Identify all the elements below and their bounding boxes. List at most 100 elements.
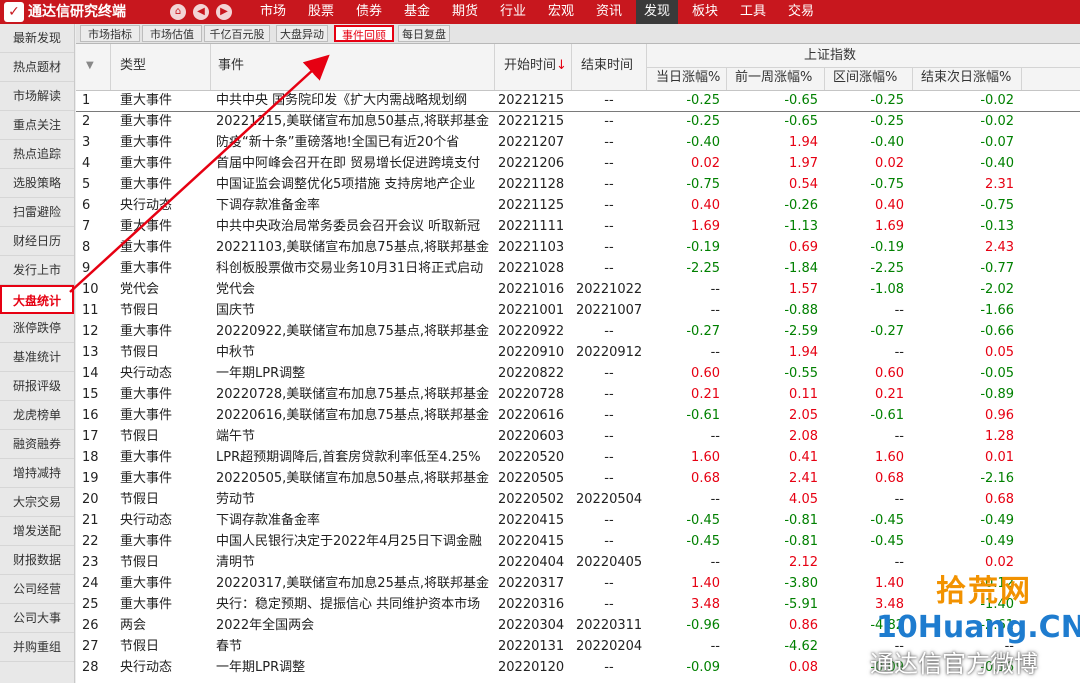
event-type: 重大事件 (120, 156, 173, 171)
table-row[interactable]: 12 重大事件 20220922,美联储宣布加息75基点,将联邦基金 20220922… (76, 321, 1080, 342)
day-change: -0.75 (686, 177, 720, 192)
end-date: -- (604, 366, 614, 381)
menu-item-3[interactable]: 基金 (396, 0, 438, 24)
range-change: -- (894, 555, 904, 570)
home-icon[interactable]: ⌂ (170, 4, 186, 20)
event-type: 节假日 (120, 555, 160, 570)
table-row[interactable]: 9 重大事件 科创板股票做市交易业务10月31日将正式启动 20221028 -- -2.… (76, 258, 1080, 279)
table-row[interactable]: 13 节假日 中秋节 20220910 20220912 -- 1.94 -- 0.05 (76, 342, 1080, 363)
sidebar-item-11[interactable]: 基准统计 (0, 343, 74, 372)
column-header-start-time[interactable]: 开始时间↓ (504, 56, 567, 76)
sidebar-item-8[interactable]: 发行上市 (0, 256, 74, 285)
sidebar-item-10[interactable]: 涨停跌停 (0, 314, 74, 343)
watermark-brand: 拾荒网 (936, 574, 1032, 609)
column-header-end-time[interactable]: 结束时间 (581, 56, 633, 76)
menu-item-11[interactable]: 交易 (780, 0, 822, 24)
table-row[interactable]: 2 重大事件 20221215,美联储宣布加息50基点,将联邦基金 20221215 -… (76, 111, 1080, 132)
sidebar-item-6[interactable]: 扫雷避险 (0, 198, 74, 227)
row-index: 16 (82, 408, 99, 423)
sidebar-item-21[interactable]: 并购重组 (0, 633, 74, 662)
column-header-week-change[interactable]: 前一周涨幅% (735, 68, 812, 88)
sidebar-item-7[interactable]: 财经日历 (0, 227, 74, 256)
menu-item-8[interactable]: 发现 (636, 0, 678, 24)
sidebar-item-12[interactable]: 研报评级 (0, 372, 74, 401)
table-row[interactable]: 19 重大事件 20220505,美联储宣布加息50基点,将联邦基金 20220505… (76, 468, 1080, 489)
column-header-day-change[interactable]: 当日涨幅% (656, 68, 720, 88)
start-date: 20221111 (498, 219, 565, 234)
subtab-4[interactable]: 事件回顾 (334, 25, 394, 42)
table-row[interactable]: 14 央行动态 一年期LPR调整 20220822 -- 0.60 -0.55 0.60 -0.… (76, 363, 1080, 384)
week-change: -1.13 (784, 219, 818, 234)
range-change: -0.45 (870, 534, 904, 549)
range-change: -0.27 (870, 324, 904, 339)
next-day-change: 0.05 (985, 345, 1014, 360)
subtab-0[interactable]: 市场指标 (80, 25, 140, 42)
column-header-event[interactable]: 事件 (218, 56, 244, 76)
sidebar-item-4[interactable]: 热点追踪 (0, 140, 74, 169)
menu-item-7[interactable]: 资讯 (588, 0, 630, 24)
sidebar-item-15[interactable]: 增持减持 (0, 459, 74, 488)
subtab-3[interactable]: 大盘异动 (276, 25, 328, 42)
sidebar-item-20[interactable]: 公司大事 (0, 604, 74, 633)
subtab-2[interactable]: 千亿百元股 (204, 25, 270, 42)
sidebar-item-14[interactable]: 融资融券 (0, 430, 74, 459)
menu-item-5[interactable]: 行业 (492, 0, 534, 24)
menu-item-4[interactable]: 期货 (444, 0, 486, 24)
sidebar-item-18[interactable]: 财报数据 (0, 546, 74, 575)
table-row[interactable]: 22 重大事件 中国人民银行决定于2022年4月25日下调金融 20220415 -- -… (76, 531, 1080, 552)
sidebar-item-0[interactable]: 最新发现 (0, 24, 74, 53)
week-change: -0.26 (784, 198, 818, 213)
sidebar-item-2[interactable]: 市场解读 (0, 82, 74, 111)
sidebar-item-19[interactable]: 公司经营 (0, 575, 74, 604)
subtab-5[interactable]: 每日复盘 (398, 25, 450, 42)
start-date: 20220616 (498, 408, 565, 423)
table-row[interactable]: 18 重大事件 LPR超预期调降后,首套房贷款利率低至4.25% 20220520 --… (76, 447, 1080, 468)
table-row[interactable]: 11 节假日 国庆节 20221001 20221007 -- -0.88 -- -1.66 (76, 300, 1080, 321)
menu-item-6[interactable]: 宏观 (540, 0, 582, 24)
menu-item-2[interactable]: 债券 (348, 0, 390, 24)
range-change: -0.25 (870, 114, 904, 129)
table-row[interactable]: 16 重大事件 20220616,美联储宣布加息75基点,将联邦基金 20220616… (76, 405, 1080, 426)
menu-item-9[interactable]: 板块 (684, 0, 726, 24)
table-row[interactable]: 15 重大事件 20220728,美联储宣布加息75基点,将联邦基金 20220728… (76, 384, 1080, 405)
sidebar-item-17[interactable]: 增发送配 (0, 517, 74, 546)
next-day-change: -0.77 (980, 261, 1014, 276)
table-row[interactable]: 21 央行动态 下调存款准备金率 20220415 -- -0.45 -0.81 -0.45 -… (76, 510, 1080, 531)
column-header-type[interactable]: 类型 (120, 56, 146, 76)
sidebar-item-5[interactable]: 选股策略 (0, 169, 74, 198)
event-type: 节假日 (120, 303, 160, 318)
range-change: -- (894, 345, 904, 360)
table-row[interactable]: 6 央行动态 下调存款准备金率 20221125 -- 0.40 -0.26 0.40 -0.7… (76, 195, 1080, 216)
sidebar-item-16[interactable]: 大宗交易 (0, 488, 74, 517)
menu-item-10[interactable]: 工具 (732, 0, 774, 24)
table-row[interactable]: 23 节假日 清明节 20220404 20220405 -- 2.12 -- 0.02 (76, 552, 1080, 573)
back-icon[interactable]: ◀ (193, 4, 209, 20)
row-index: 11 (82, 303, 99, 318)
event-type: 重大事件 (120, 240, 173, 255)
sidebar-item-13[interactable]: 龙虎榜单 (0, 401, 74, 430)
table-row[interactable]: 5 重大事件 中国证监会调整优化5项措施 支持房地产企业 20221128 -- -0.7… (76, 174, 1080, 195)
forward-icon[interactable]: ▶ (216, 4, 232, 20)
column-header-next-day-change[interactable]: 结束次日涨幅% (921, 68, 1011, 88)
table-row[interactable]: 20 节假日 劳动节 20220502 20220504 -- 4.05 -- 0.68 (76, 489, 1080, 510)
table-row[interactable]: 10 党代会 党代会 20221016 20221022 -- 1.57 -1.08 -2.02 (76, 279, 1080, 300)
week-change: -3.80 (784, 576, 818, 591)
table-row[interactable]: 7 重大事件 中共中央政治局常务委员会召开会议 听取新冠 20221111 -- 1.69… (76, 216, 1080, 237)
sidebar-item-1[interactable]: 热点题材 (0, 53, 74, 82)
table-row[interactable]: 1 重大事件 中共中央 国务院印发《扩大内需战略规划纲 20221215 -- -0.25… (76, 90, 1080, 112)
menu-item-0[interactable]: 市场 (252, 0, 294, 24)
menu-item-1[interactable]: 股票 (300, 0, 342, 24)
sort-toggle-icon[interactable]: ▼ (86, 56, 94, 76)
event-type: 重大事件 (120, 450, 173, 465)
table-row[interactable]: 17 节假日 端午节 20220603 -- -- 2.08 -- 1.28 (76, 426, 1080, 447)
table-row[interactable]: 3 重大事件 防疫“新十条”重磅落地!全国已有近20个省 20221207 -- -0.4… (76, 132, 1080, 153)
watermark-weibo: 通达信官方微博 (870, 650, 1038, 678)
sidebar-item-3[interactable]: 重点关注 (0, 111, 74, 140)
event-type: 重大事件 (120, 576, 173, 591)
sidebar-item-9[interactable]: 大盘统计 (0, 285, 74, 314)
column-header-range-change[interactable]: 区间涨幅% (833, 68, 897, 88)
table-row[interactable]: 4 重大事件 首届中阿峰会召开在即 贸易增长促进跨境支付 20221206 -- 0.02… (76, 153, 1080, 174)
end-date: -- (604, 597, 614, 612)
subtab-1[interactable]: 市场估值 (142, 25, 202, 42)
table-row[interactable]: 8 重大事件 20221103,美联储宣布加息75基点,将联邦基金 20221103 -… (76, 237, 1080, 258)
